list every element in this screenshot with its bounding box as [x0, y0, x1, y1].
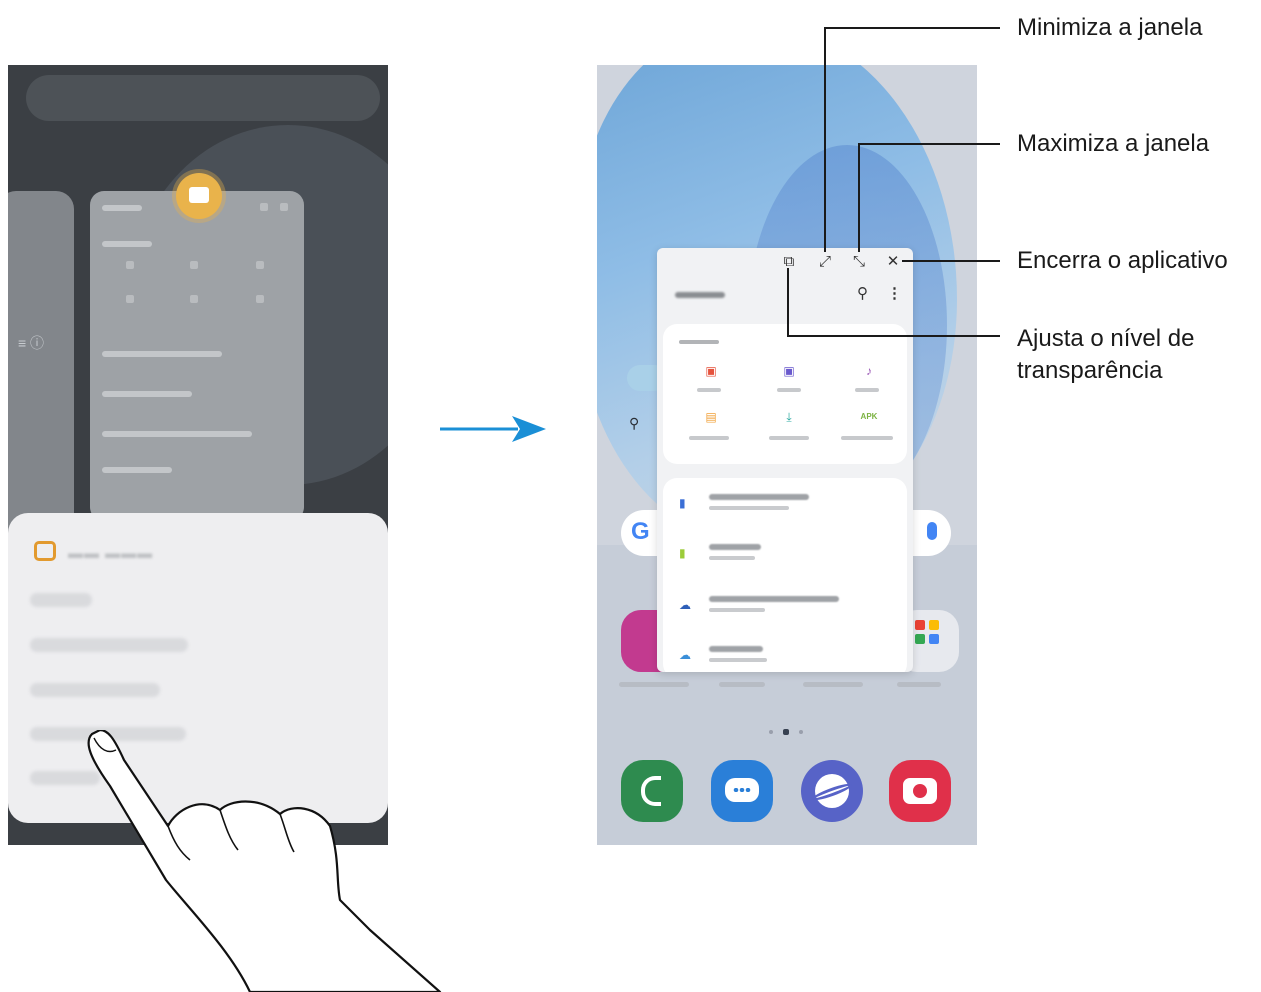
app-label	[897, 682, 941, 687]
maximize-icon[interactable]: ⤡	[849, 252, 869, 272]
minimize-icon[interactable]: ⤢	[815, 252, 835, 272]
transition-arrow	[440, 416, 546, 442]
callout-minimize: Minimiza a janela	[1017, 14, 1203, 41]
callout-close: Encerra o aplicativo	[1017, 247, 1228, 274]
search-icon[interactable]: ⚲	[857, 284, 868, 302]
menu-item-pop-up-view[interactable]	[30, 683, 160, 697]
app-label	[803, 682, 863, 687]
mic-icon[interactable]	[927, 522, 937, 540]
storage-section: ▮ ▮ ☁ ☁	[663, 478, 907, 672]
leader-line-transparency	[787, 335, 1000, 337]
info-icon: ≡ ⓘ	[18, 335, 45, 351]
close-icon[interactable]: ✕	[883, 252, 903, 272]
leader-line-maximize	[858, 143, 1000, 145]
internet-icon[interactable]	[801, 760, 863, 822]
leader-line-close	[902, 260, 1000, 262]
folder-icon	[34, 541, 56, 561]
leader-line-minimize	[824, 27, 1000, 29]
pop-up-window[interactable]: ⧉ ⤢ ⤡ ✕ ⚲ ⋮ ▣ ▣ ♪ ▤ ⤓ APK ▮ ▮ ☁ ☁	[657, 248, 913, 672]
app-title	[675, 288, 815, 302]
callout-transparency-line2: transparência	[1017, 357, 1163, 384]
onedrive-icon: ☁	[679, 648, 691, 662]
images-icon[interactable]: ▣	[699, 360, 723, 384]
phone-storage-icon: ▮	[679, 496, 686, 510]
leader-line-minimize-vertical	[824, 27, 826, 252]
location-pin-icon: ⚲	[629, 415, 640, 431]
recents-search-bar[interactable]	[26, 75, 380, 121]
downloads-icon[interactable]: ⤓	[777, 406, 801, 430]
messages-icon[interactable]	[711, 760, 773, 822]
more-options-icon[interactable]: ⋮	[887, 284, 902, 302]
callout-transparency-line1: Ajusta o nível de	[1017, 325, 1195, 352]
menu-item-split-screen[interactable]	[30, 638, 188, 652]
leader-line-transparency-vertical	[787, 268, 789, 337]
my-files-app-icon[interactable]	[176, 173, 222, 219]
app-label	[719, 682, 765, 687]
app-label	[619, 682, 689, 687]
sd-card-icon: ▮	[679, 546, 686, 560]
menu-item-app-info[interactable]	[30, 593, 92, 607]
callout-maximize: Maximiza a janela	[1017, 130, 1210, 157]
documents-icon[interactable]: ▤	[699, 406, 723, 430]
categories-section: ▣ ▣ ♪ ▤ ⤓ APK	[663, 324, 907, 464]
page-indicator	[765, 728, 813, 736]
transparency-icon[interactable]: ⧉	[779, 252, 799, 272]
apk-icon[interactable]: APK	[857, 406, 881, 430]
leader-line-maximize-vertical	[858, 143, 860, 252]
audio-icon[interactable]: ♪	[857, 360, 881, 384]
camera-icon[interactable]	[889, 760, 951, 822]
videos-icon[interactable]: ▣	[777, 360, 801, 384]
cloud-drive-icon: ☁	[679, 598, 691, 612]
phone-icon[interactable]	[621, 760, 683, 822]
recent-app-card-my-files[interactable]	[90, 191, 304, 521]
context-menu-title: ▬▬ ▬▬▬	[68, 545, 154, 562]
google-logo: G	[631, 518, 650, 545]
hand-tap-illustration	[87, 730, 442, 992]
left-phone-screen: ≡ ⓘ ▬▬ ▬▬▬	[8, 65, 388, 845]
